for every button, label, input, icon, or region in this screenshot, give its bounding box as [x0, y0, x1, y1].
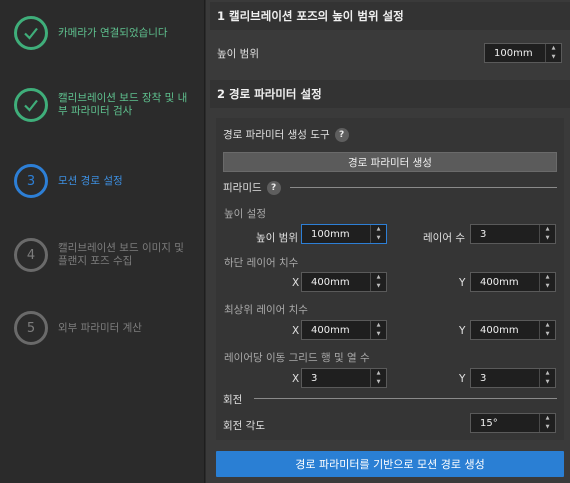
arrow-down-icon[interactable]: ▼: [540, 378, 555, 387]
step-collect-images[interactable]: 4 캘리브레이션 보드 이미지 및 플랜지 포즈 수집: [14, 238, 204, 272]
path-tool-row: 경로 파라미터 생성 도구 ?: [223, 127, 349, 142]
spinbox-arrows[interactable]: ▲ ▼: [370, 369, 386, 387]
top-x-label: X: [292, 325, 300, 337]
grid-label: 레이어당 이동 그리드 행 및 열 수: [224, 352, 370, 364]
path-tool-label: 경로 파라미터 생성 도구: [223, 129, 330, 141]
step-3-indicator: 3: [14, 164, 48, 198]
arrow-up-icon[interactable]: ▲: [540, 321, 555, 330]
check-icon: [24, 27, 38, 40]
generate-motion-path-button[interactable]: 경로 파라미터를 기반으로 모션 경로 생성: [216, 451, 564, 477]
help-icon[interactable]: ?: [334, 127, 349, 142]
grid-x-label: X: [292, 373, 300, 385]
bottom-x-spinbox[interactable]: 400mm ▲ ▼: [301, 272, 387, 292]
bottom-y-spinbox[interactable]: 400mm ▲ ▼: [470, 272, 556, 292]
height-range-spinbox[interactable]: 100mm ▲ ▼: [484, 43, 562, 63]
arrow-up-icon[interactable]: ▲: [371, 321, 386, 330]
spinbox-value: 400mm: [480, 276, 519, 288]
grid-y-label: Y: [459, 373, 466, 385]
spinbox-arrows[interactable]: ▲ ▼: [370, 321, 386, 339]
arrow-up-icon[interactable]: ▲: [371, 225, 386, 234]
spinbox-value: 400mm: [480, 324, 519, 336]
help-icon[interactable]: ?: [266, 180, 281, 195]
layer-count-label: 레이어 수: [423, 232, 465, 244]
pyramid-label: 피라미드: [223, 182, 262, 194]
step-label: 외부 파라미터 계산: [58, 321, 142, 334]
height-range-label: 높이 범위: [217, 48, 259, 60]
arrow-down-icon[interactable]: ▼: [371, 378, 386, 387]
spinbox-arrows[interactable]: ▲ ▼: [539, 369, 555, 387]
bottom-layer-label: 하단 레이어 치수: [224, 257, 299, 269]
arrow-down-icon[interactable]: ▼: [371, 330, 386, 339]
step-2-indicator: [14, 88, 48, 122]
step-sidebar: 카메라가 연결되었습니다 캘리브레이션 보드 장착 및 내부 파라미터 검사 3…: [0, 0, 205, 483]
step-board-check[interactable]: 캘리브레이션 보드 장착 및 내부 파라미터 검사: [14, 88, 204, 122]
main-panel: 1 캘리브레이션 포즈의 높이 범위 설정 높이 범위 100mm ▲ ▼ 2 경…: [206, 0, 570, 483]
pyramid-height-range-spinbox[interactable]: 100mm ▲ ▼: [301, 224, 387, 244]
layer-count-spinbox[interactable]: 3 ▲ ▼: [470, 224, 556, 244]
spinbox-value: 400mm: [311, 324, 350, 336]
step-label: 캘리브레이션 보드 이미지 및 플랜지 포즈 수집: [58, 242, 184, 267]
step-5-indicator: 5: [14, 311, 48, 345]
section-1-header: 1 캘리브레이션 포즈의 높이 범위 설정: [210, 2, 570, 30]
generate-path-params-button[interactable]: 경로 파라미터 생성: [223, 152, 557, 172]
bottom-y-label: Y: [459, 277, 466, 289]
step-4-indicator: 4: [14, 238, 48, 272]
section-2-header: 2 경로 파라미터 설정: [210, 80, 570, 108]
spinbox-value: 3: [480, 228, 487, 240]
arrow-down-icon[interactable]: ▼: [371, 234, 386, 243]
spinbox-arrows[interactable]: ▲ ▼: [539, 225, 555, 243]
top-y-spinbox[interactable]: 400mm ▲ ▼: [470, 320, 556, 340]
check-icon: [24, 99, 38, 112]
height-settings-label: 높이 설정: [224, 208, 266, 220]
top-y-label: Y: [459, 325, 466, 337]
bottom-x-label: X: [292, 277, 300, 289]
arrow-down-icon[interactable]: ▼: [546, 53, 561, 62]
step-camera-connected[interactable]: 카메라가 연결되었습니다: [14, 16, 204, 50]
arrow-up-icon[interactable]: ▲: [540, 273, 555, 282]
arrow-up-icon[interactable]: ▲: [540, 414, 555, 423]
grid-x-spinbox[interactable]: 3 ▲ ▼: [301, 368, 387, 388]
arrow-down-icon[interactable]: ▼: [540, 330, 555, 339]
grid-y-spinbox[interactable]: 3 ▲ ▼: [470, 368, 556, 388]
rotation-angle-spinbox[interactable]: 15° ▲ ▼: [470, 413, 556, 433]
arrow-down-icon[interactable]: ▼: [540, 423, 555, 432]
arrow-up-icon[interactable]: ▲: [546, 44, 561, 53]
spinbox-value: 100mm: [494, 47, 533, 59]
spinbox-arrows[interactable]: ▲ ▼: [539, 414, 555, 432]
arrow-down-icon[interactable]: ▼: [371, 282, 386, 291]
step-motion-path[interactable]: 3 모션 경로 설정: [14, 164, 204, 198]
spinbox-value: 100mm: [311, 228, 350, 240]
step-label: 캘리브레이션 보드 장착 및 내부 파라미터 검사: [58, 92, 188, 117]
top-layer-label: 최상위 레이어 치수: [224, 304, 308, 316]
arrow-down-icon[interactable]: ▼: [540, 282, 555, 291]
step-compute-extrinsics[interactable]: 5 외부 파라미터 계산: [14, 311, 204, 345]
rotation-angle-label: 회전 각도: [223, 420, 265, 432]
arrow-up-icon[interactable]: ▲: [371, 273, 386, 282]
spinbox-value: 3: [480, 372, 487, 384]
spinbox-value: 15°: [480, 417, 498, 429]
step-label: 카메라가 연결되었습니다: [58, 26, 168, 39]
spinbox-arrows[interactable]: ▲ ▼: [539, 273, 555, 291]
step-label: 모션 경로 설정: [58, 174, 123, 187]
rotation-divider: [254, 398, 557, 399]
top-x-spinbox[interactable]: 400mm ▲ ▼: [301, 320, 387, 340]
arrow-up-icon[interactable]: ▲: [371, 369, 386, 378]
spinbox-value: 400mm: [311, 276, 350, 288]
spinbox-arrows[interactable]: ▲ ▼: [545, 44, 561, 62]
pyramid-row: 피라미드 ?: [223, 180, 281, 195]
arrow-up-icon[interactable]: ▲: [540, 369, 555, 378]
spinbox-arrows[interactable]: ▲ ▼: [539, 321, 555, 339]
arrow-up-icon[interactable]: ▲: [540, 225, 555, 234]
spinbox-value: 3: [311, 372, 318, 384]
arrow-down-icon[interactable]: ▼: [540, 234, 555, 243]
pyramid-height-range-label: 높이 범위: [256, 232, 298, 244]
spinbox-arrows[interactable]: ▲ ▼: [370, 273, 386, 291]
pyramid-divider: [290, 187, 557, 188]
step-1-indicator: [14, 16, 48, 50]
rotation-label: 회전: [223, 394, 243, 406]
spinbox-arrows[interactable]: ▲ ▼: [370, 225, 386, 243]
